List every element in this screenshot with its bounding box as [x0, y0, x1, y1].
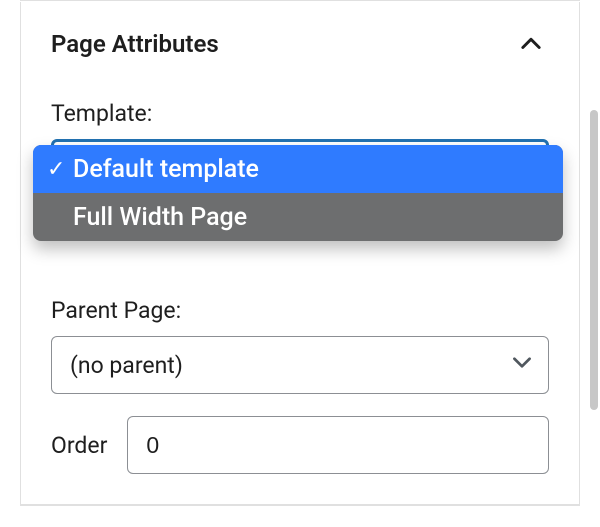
template-option-label: Full Width Page	[73, 203, 547, 232]
template-option-fullwidth[interactable]: Full Width Page	[33, 193, 563, 241]
check-icon: ✓	[47, 157, 73, 182]
parent-select[interactable]: (no parent)	[51, 336, 549, 394]
page-attributes-panel: Page Attributes Template: ✓ Default temp…	[20, 2, 580, 505]
parent-select-wrap: (no parent)	[51, 336, 549, 394]
template-option-label: Default template	[73, 155, 547, 184]
template-option-default[interactable]: ✓ Default template	[33, 145, 563, 193]
template-dropdown: ✓ Default template Full Width Page	[33, 145, 563, 241]
panel-body: Template: ✓ Default template Full Width …	[21, 74, 579, 504]
template-label: Template:	[51, 100, 549, 127]
parent-select-value: (no parent)	[70, 352, 183, 379]
order-input[interactable]	[127, 416, 549, 474]
scrollbar-thumb[interactable]	[590, 110, 598, 410]
template-select-wrap: ✓ Default template Full Width Page	[51, 139, 549, 197]
panel-header[interactable]: Page Attributes	[21, 2, 579, 74]
chevron-up-icon[interactable]	[513, 26, 549, 62]
chevron-down-icon	[509, 349, 535, 381]
parent-label: Parent Page:	[51, 297, 549, 324]
order-row: Order	[51, 416, 549, 474]
panel-title: Page Attributes	[51, 30, 219, 58]
order-label: Order	[51, 432, 107, 459]
